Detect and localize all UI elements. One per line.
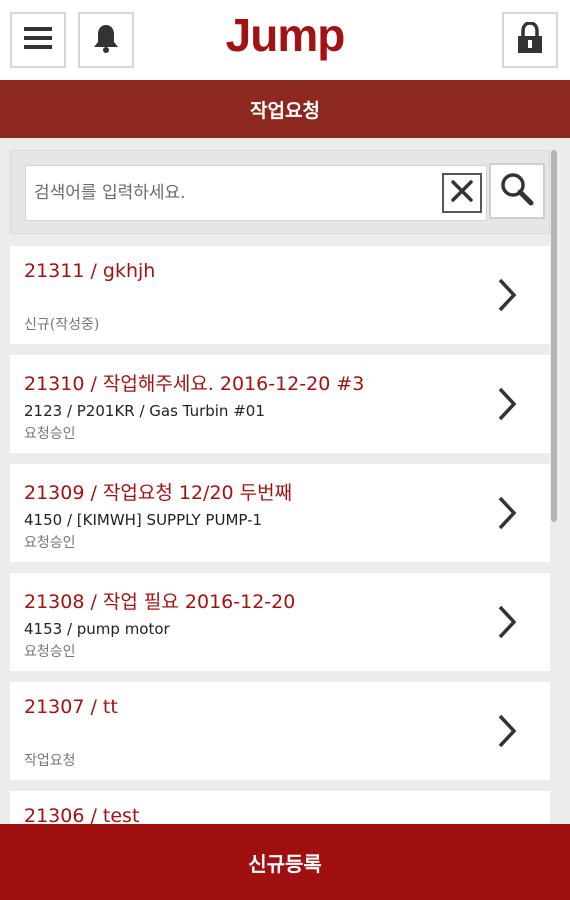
item-title: 21308 / 작업 필요 2016-12-20 — [24, 591, 296, 613]
item-status: 요청승인 — [24, 644, 76, 660]
lock-button[interactable] — [502, 12, 558, 68]
item-title: 21309 / 작업요청 12/20 두번째 — [24, 482, 293, 504]
magnifier-icon — [500, 172, 534, 210]
list-item[interactable]: 21309 / 작업요청 12/20 두번째 4150 / [KIMWH] SU… — [10, 464, 550, 562]
item-subtitle: 4153 / pump motor — [24, 620, 170, 638]
lock-icon — [516, 21, 544, 58]
search-bar — [10, 150, 550, 234]
page-title: 작업요청 — [0, 80, 570, 138]
item-status: 요청승인 — [24, 426, 76, 442]
item-subtitle: 2123 / P201KR / Gas Turbin #01 — [24, 402, 265, 420]
app-logo: Jump — [225, 9, 346, 61]
chevron-right-icon — [498, 278, 517, 312]
chevron-right-icon — [498, 714, 517, 748]
chevron-right-icon — [498, 496, 517, 530]
list-item[interactable]: 21307 / tt 작업요청 — [10, 682, 550, 780]
top-bar: Jump — [0, 0, 570, 80]
item-title: 21307 / tt — [24, 696, 118, 718]
list-item[interactable]: 21311 / gkhjh 신규(작성중) — [10, 246, 550, 344]
list-item[interactable]: 21306 / test — [10, 791, 550, 824]
chevron-right-icon — [498, 605, 517, 639]
item-status: 요청승인 — [24, 535, 76, 551]
list-item[interactable]: 21310 / 작업해주세요. 2016-12-20 #3 2123 / P20… — [10, 355, 550, 453]
close-icon — [450, 179, 474, 207]
item-status: 작업요청 — [24, 753, 76, 769]
item-status: 신규(작성중) — [24, 317, 100, 333]
chevron-right-icon — [498, 387, 517, 421]
search-box — [25, 165, 487, 221]
clear-search-button[interactable] — [442, 173, 482, 213]
item-title: 21311 / gkhjh — [24, 260, 156, 282]
search-button[interactable] — [489, 163, 545, 219]
item-title: 21310 / 작업해주세요. 2016-12-20 #3 — [24, 373, 365, 395]
list-item[interactable]: 21308 / 작업 필요 2016-12-20 4153 / pump mot… — [10, 573, 550, 671]
list-scrollbar[interactable] — [551, 150, 557, 522]
request-list: 21311 / gkhjh 신규(작성중) 21310 / 작업해주세요. 20… — [10, 246, 550, 824]
item-subtitle: 4150 / [KIMWH] SUPPLY PUMP-1 — [24, 511, 263, 529]
new-registration-button[interactable]: 신규등록 — [0, 824, 570, 900]
search-input[interactable] — [34, 172, 424, 214]
item-title: 21306 / test — [24, 805, 140, 824]
